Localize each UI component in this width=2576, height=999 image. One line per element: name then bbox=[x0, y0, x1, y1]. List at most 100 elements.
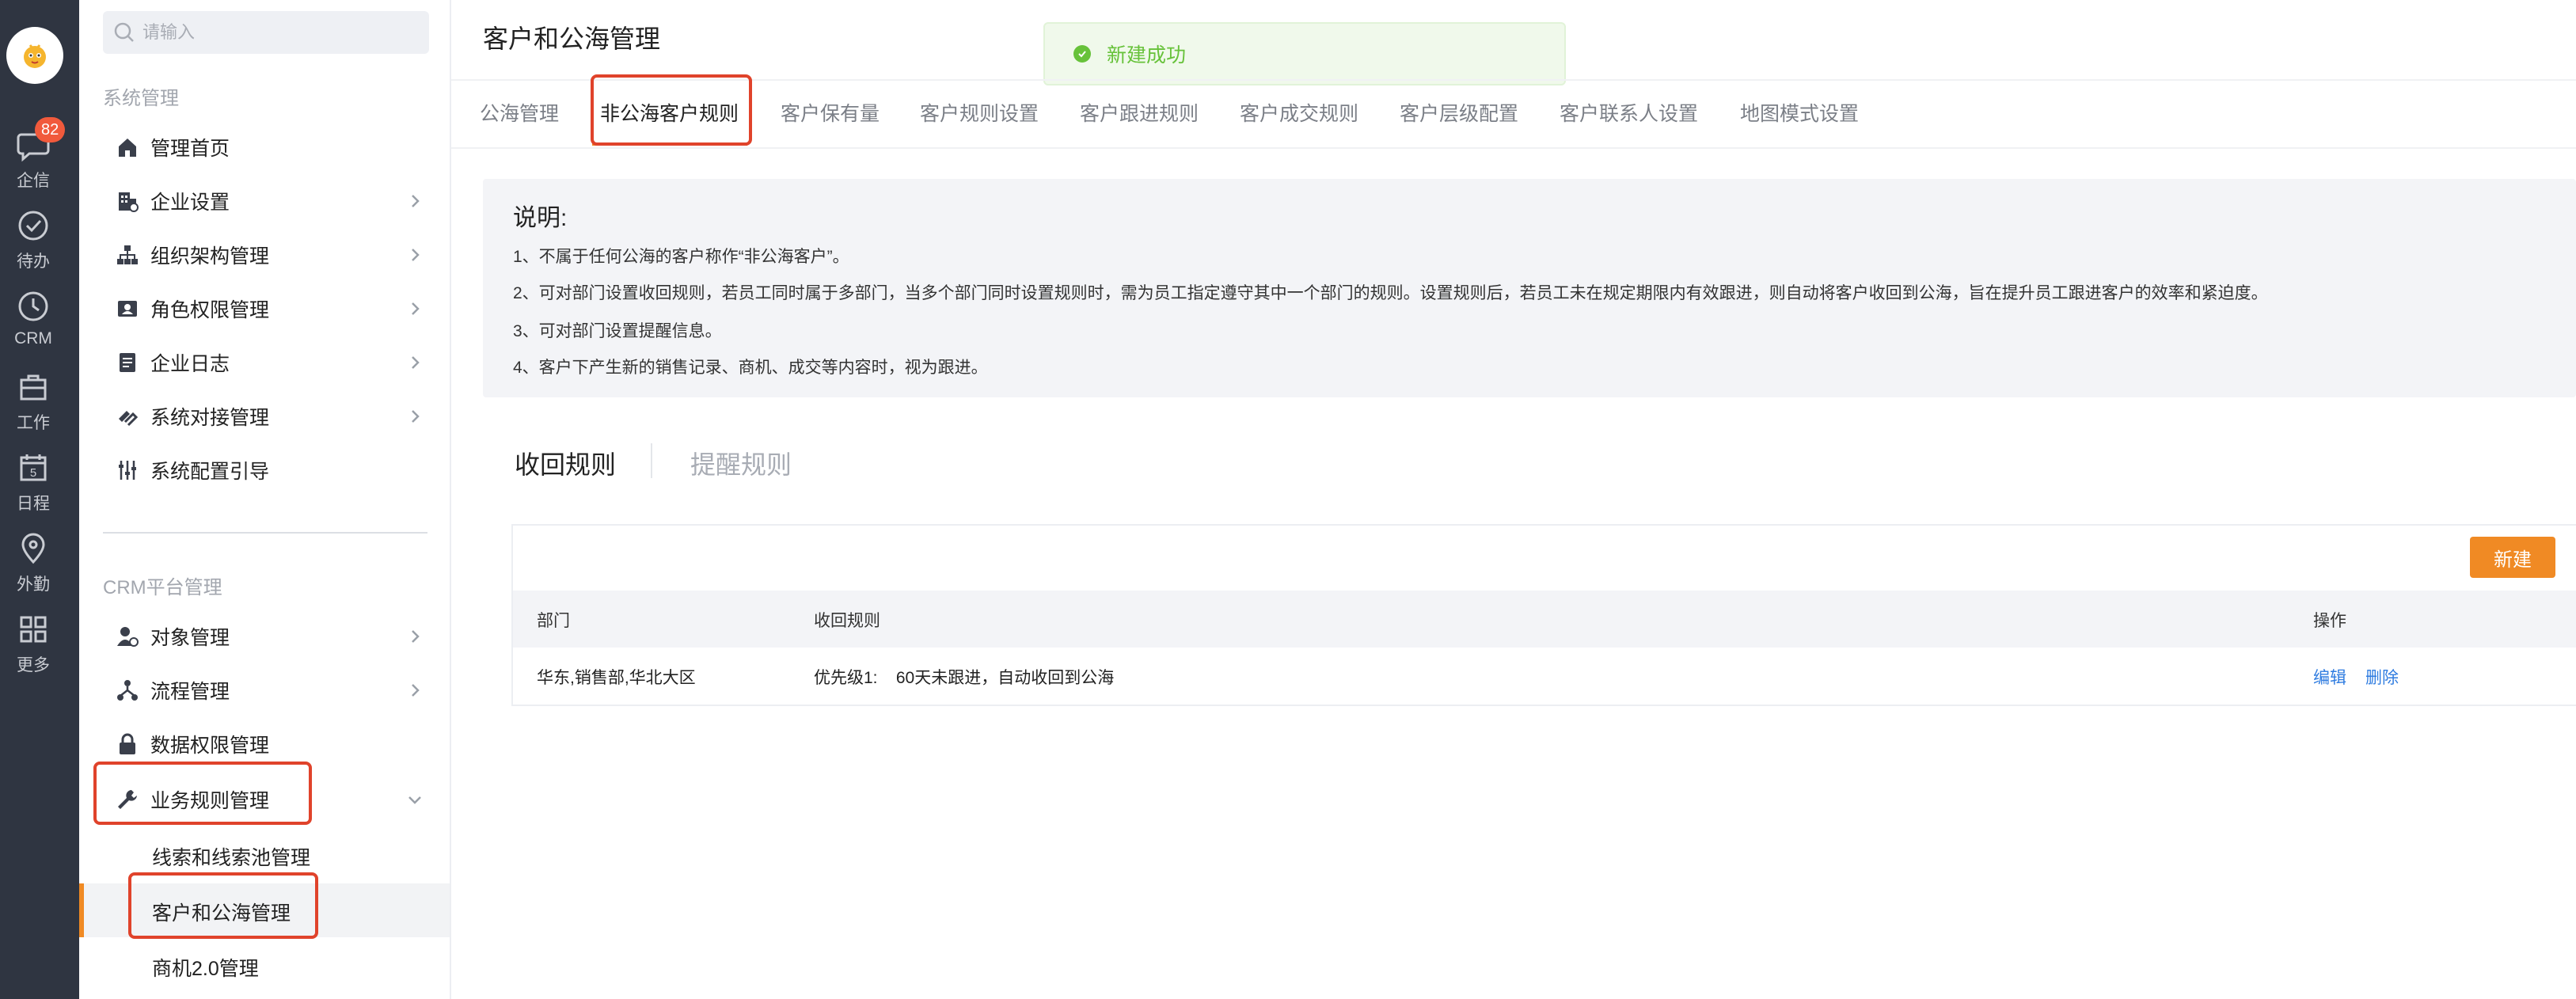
sidebar-item-company-settings[interactable]: 企业设置 bbox=[114, 182, 431, 220]
sidebar-subitem-opportunities[interactable]: 商机2.0管理 bbox=[152, 953, 259, 982]
sidebar-item-flow[interactable]: 流程管理 bbox=[114, 671, 431, 709]
success-toast: 新建成功 bbox=[1043, 22, 1566, 85]
tab-follow-up-rules[interactable]: 客户跟进规则 bbox=[1080, 98, 1199, 127]
page-title: 客户和公海管理 bbox=[483, 25, 661, 53]
briefcase-icon bbox=[20, 374, 47, 401]
description-title: 说明: bbox=[513, 205, 568, 231]
search-icon bbox=[114, 22, 134, 42]
rail-item-schedule[interactable]: 5 日程 bbox=[0, 450, 66, 515]
column-header-rule: 收回规则 bbox=[814, 612, 880, 630]
location-pin-icon bbox=[21, 533, 45, 564]
org-chart-icon bbox=[117, 245, 138, 264]
sidebar-item-label: 管理首页 bbox=[150, 138, 230, 160]
calendar-icon: 5 bbox=[20, 454, 47, 481]
sidebar-item-config-guide[interactable]: 系统配置引导 bbox=[114, 451, 431, 489]
edit-link[interactable]: 编辑 bbox=[2313, 665, 2346, 689]
sidebar-item-label: 数据权限管理 bbox=[150, 735, 270, 757]
sidebar-item-label: 对象管理 bbox=[150, 627, 230, 649]
chevron-down-icon bbox=[408, 796, 421, 804]
tab-customer-rule-settings[interactable]: 客户规则设置 bbox=[920, 98, 1039, 127]
sidebar-divider bbox=[103, 532, 427, 534]
sidebar-item-home[interactable]: 管理首页 bbox=[114, 128, 431, 166]
rail-label: 日程 bbox=[17, 495, 50, 513]
chevron-right-icon bbox=[412, 195, 420, 207]
description-line: 3、可对部门设置提醒信息。 bbox=[513, 322, 722, 340]
delete-link[interactable]: 删除 bbox=[2365, 665, 2399, 689]
chevron-right-icon bbox=[412, 249, 420, 261]
chevron-right-icon bbox=[412, 302, 420, 315]
tab-map-mode[interactable]: 地图模式设置 bbox=[1740, 98, 1859, 127]
sidebar-item-org[interactable]: 组织架构管理 bbox=[114, 236, 431, 274]
description-line: 4、客户下产生新的销售记录、商机、成交等内容时，视为跟进。 bbox=[513, 359, 988, 377]
rail-label: 企信 bbox=[17, 172, 50, 190]
annotation-highlight-box bbox=[93, 762, 312, 825]
sidebar-search bbox=[103, 11, 429, 54]
app-rail: 企信 82 待办 CRM 工作 5 日程 外勤 更多 bbox=[0, 0, 79, 999]
toast-message: 新建成功 bbox=[1107, 44, 1187, 66]
user-gear-icon bbox=[117, 627, 139, 647]
table-header: 部门 收回规则 操作 bbox=[513, 591, 2576, 648]
tab-level-config[interactable]: 客户层级配置 bbox=[1400, 98, 1518, 127]
sidebar-item-label: 角色权限管理 bbox=[150, 299, 270, 321]
main-content: 客户和公海管理 新建成功 公海管理 非公海客户规则 客户保有量 客户规则设置 客… bbox=[451, 0, 2576, 999]
cell-department: 华东,销售部,华北大区 bbox=[537, 669, 696, 687]
description-line: 2、可对部门设置收回规则，若员工同时属于多部门，当多个部门同时设置规则时，需为员… bbox=[513, 284, 2268, 302]
rail-item-work[interactable]: 工作 bbox=[0, 369, 66, 434]
sidebar-item-label: 企业日志 bbox=[150, 353, 230, 375]
calendar-day: 5 bbox=[30, 466, 36, 480]
sidebar-item-data-permission[interactable]: 数据权限管理 bbox=[114, 725, 431, 763]
sidebar-item-roles[interactable]: 角色权限管理 bbox=[114, 290, 431, 328]
rail-label: 更多 bbox=[17, 656, 50, 674]
sidebar-item-label: 企业设置 bbox=[150, 192, 230, 214]
rail-label: CRM bbox=[14, 329, 52, 348]
new-rule-button[interactable]: 新建 bbox=[2470, 537, 2555, 578]
home-icon bbox=[119, 139, 136, 157]
rail-label: 工作 bbox=[17, 414, 50, 432]
subtab-separator bbox=[651, 443, 652, 478]
rail-item-crm[interactable]: CRM bbox=[0, 288, 66, 348]
table-row: 华东,销售部,华北大区 优先级1: 60天未跟进，自动收回到公海 编辑 删除 bbox=[513, 648, 2576, 705]
sidebar-item-label: 系统对接管理 bbox=[150, 407, 270, 429]
building-icon bbox=[119, 192, 139, 212]
chevron-right-icon bbox=[412, 630, 420, 643]
sidebar-item-label: 组织架构管理 bbox=[150, 245, 270, 268]
subtab-reminder-rules[interactable]: 提醒规则 bbox=[690, 445, 792, 481]
active-item-indicator bbox=[79, 883, 84, 937]
flow-icon bbox=[117, 680, 138, 701]
rules-table: 新建 部门 收回规则 操作 华东,销售部,华北大区 优先级1: 60天未跟进，自… bbox=[511, 524, 2576, 706]
clock-icon bbox=[18, 291, 48, 321]
tab-sea-management[interactable]: 公海管理 bbox=[480, 98, 559, 127]
column-header-department: 部门 bbox=[537, 612, 570, 630]
tabs-top-border bbox=[451, 79, 2576, 81]
sidebar-item-integration[interactable]: 系统对接管理 bbox=[114, 397, 431, 435]
cell-rule: 优先级1: 60天未跟进，自动收回到公海 bbox=[814, 669, 1115, 687]
description-panel: 说明: 1、不属于任何公海的客户称作“非公海客户”。 2、可对部门设置收回规则，… bbox=[483, 179, 2576, 397]
link-icon bbox=[119, 411, 139, 427]
sidebar-item-objects[interactable]: 对象管理 bbox=[114, 617, 431, 655]
description-line: 1、不属于任何公海的客户称作“非公海客户”。 bbox=[513, 248, 849, 266]
unread-badge: 82 bbox=[35, 117, 66, 142]
mascot-avatar-icon bbox=[24, 44, 46, 68]
sidebar-subitem-leads[interactable]: 线索和线索池管理 bbox=[152, 842, 310, 871]
tab-contact-settings[interactable]: 客户联系人设置 bbox=[1560, 98, 1698, 127]
rail-label: 外勤 bbox=[17, 575, 50, 594]
rail-label: 待办 bbox=[17, 253, 50, 271]
rail-item-more[interactable]: 更多 bbox=[0, 611, 66, 676]
rail-item-field[interactable]: 外勤 bbox=[0, 530, 66, 595]
section-title-crm: CRM平台管理 bbox=[103, 577, 222, 598]
rail-item-todo[interactable]: 待办 bbox=[0, 207, 66, 272]
id-card-icon bbox=[118, 301, 137, 317]
tab-deal-rules[interactable]: 客户成交规则 bbox=[1240, 98, 1358, 127]
user-avatar[interactable] bbox=[6, 27, 63, 84]
annotation-highlight-box bbox=[128, 872, 318, 939]
sidebar-item-label: 系统配置引导 bbox=[150, 461, 270, 483]
annotation-highlight-box bbox=[591, 74, 752, 146]
tab-customer-retention[interactable]: 客户保有量 bbox=[781, 98, 880, 127]
search-input[interactable] bbox=[142, 22, 412, 43]
success-check-icon bbox=[1073, 45, 1091, 63]
subtab-recall-rules[interactable]: 收回规则 bbox=[515, 445, 616, 481]
sliders-icon bbox=[119, 461, 136, 480]
lock-icon bbox=[120, 733, 135, 754]
section-title-system: 系统管理 bbox=[103, 88, 179, 109]
sidebar-item-log[interactable]: 企业日志 bbox=[114, 344, 431, 382]
